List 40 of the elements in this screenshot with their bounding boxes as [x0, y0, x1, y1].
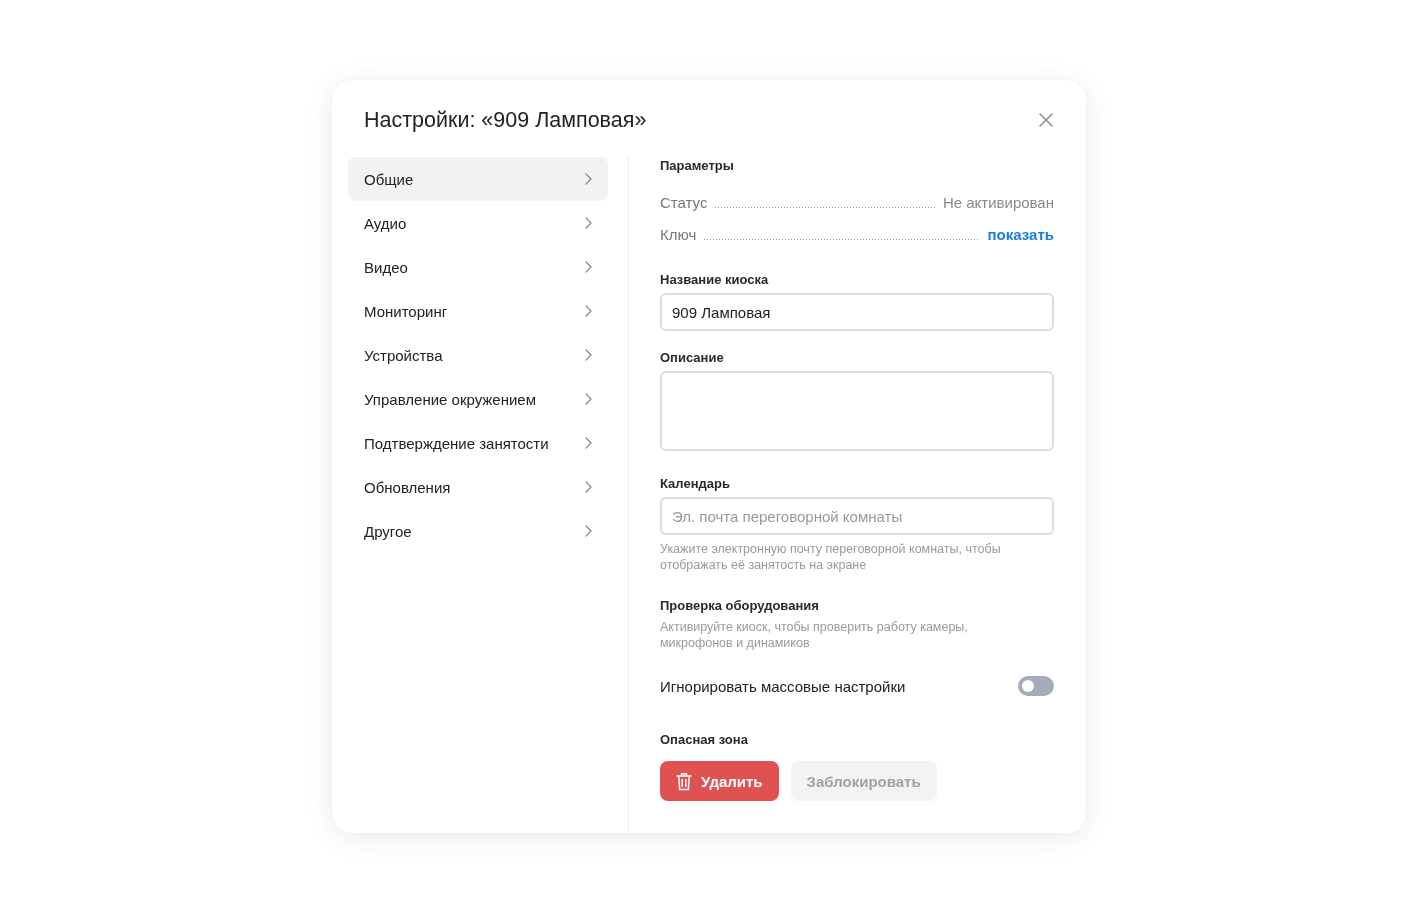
field-label: Название киоска [660, 271, 770, 289]
calendar-email-field[interactable]: Эл. почта переговорной комнаты [660, 497, 1054, 535]
chevron-right-icon [585, 481, 592, 493]
show-key-link[interactable]: показать [987, 223, 1054, 247]
chevron-right-icon [585, 349, 592, 361]
field-label: Описание [660, 349, 725, 367]
dialog-title: Настройки: «909 Ламповая» [364, 107, 647, 134]
chevron-right-icon [585, 261, 592, 273]
chevron-right-icon [585, 393, 592, 405]
chevron-right-icon [585, 305, 592, 317]
status-value: Не активирован [942, 193, 1054, 213]
section-heading: Опасная зона [660, 731, 749, 749]
chevron-right-icon [585, 173, 592, 185]
sidebar-item[interactable]: Другое [348, 509, 608, 553]
sidebar-item[interactable]: Аудио [348, 201, 608, 245]
section-description: Активируйте киоск, чтобы проверить работу камеры, микрофонов и динамиков [660, 619, 969, 651]
parameter-label: Ключ [660, 225, 697, 245]
section-heading: Параметры [660, 157, 735, 175]
sidebar-item[interactable]: Общие [348, 157, 608, 201]
field-hint: Укажите электронную почту переговорной комнаты, чтобы отображать её занятость на экране [660, 541, 1002, 573]
toggle-label: Игнорировать массовые настройки [660, 677, 906, 695]
sidebar-item[interactable]: Мониторинг [348, 289, 608, 333]
close-icon [1039, 113, 1053, 127]
field-label: Календарь [660, 475, 731, 493]
sidebar-item[interactable]: Устройства [348, 333, 608, 377]
sidebar-item[interactable]: Обновления [348, 465, 608, 509]
sidebar-item[interactable]: Видео [348, 245, 608, 289]
toggle-switch[interactable] [1018, 676, 1054, 696]
sidebar-item[interactable]: Подтверждение занятости [348, 421, 608, 465]
kiosk-name-field[interactable]: 909 Ламповая [660, 293, 1054, 331]
sidebar-item[interactable]: Управление окружением [348, 377, 608, 421]
chevron-right-icon [585, 437, 592, 449]
section-heading: Проверка оборудования [660, 597, 820, 615]
chevron-right-icon [585, 217, 592, 229]
description-field[interactable] [660, 371, 1054, 451]
close-button[interactable] [1036, 110, 1056, 130]
trash-icon [676, 771, 692, 791]
delete-button[interactable]: Удалить [660, 761, 779, 801]
parameter-label: Статус [660, 193, 708, 213]
chevron-right-icon [585, 525, 592, 537]
